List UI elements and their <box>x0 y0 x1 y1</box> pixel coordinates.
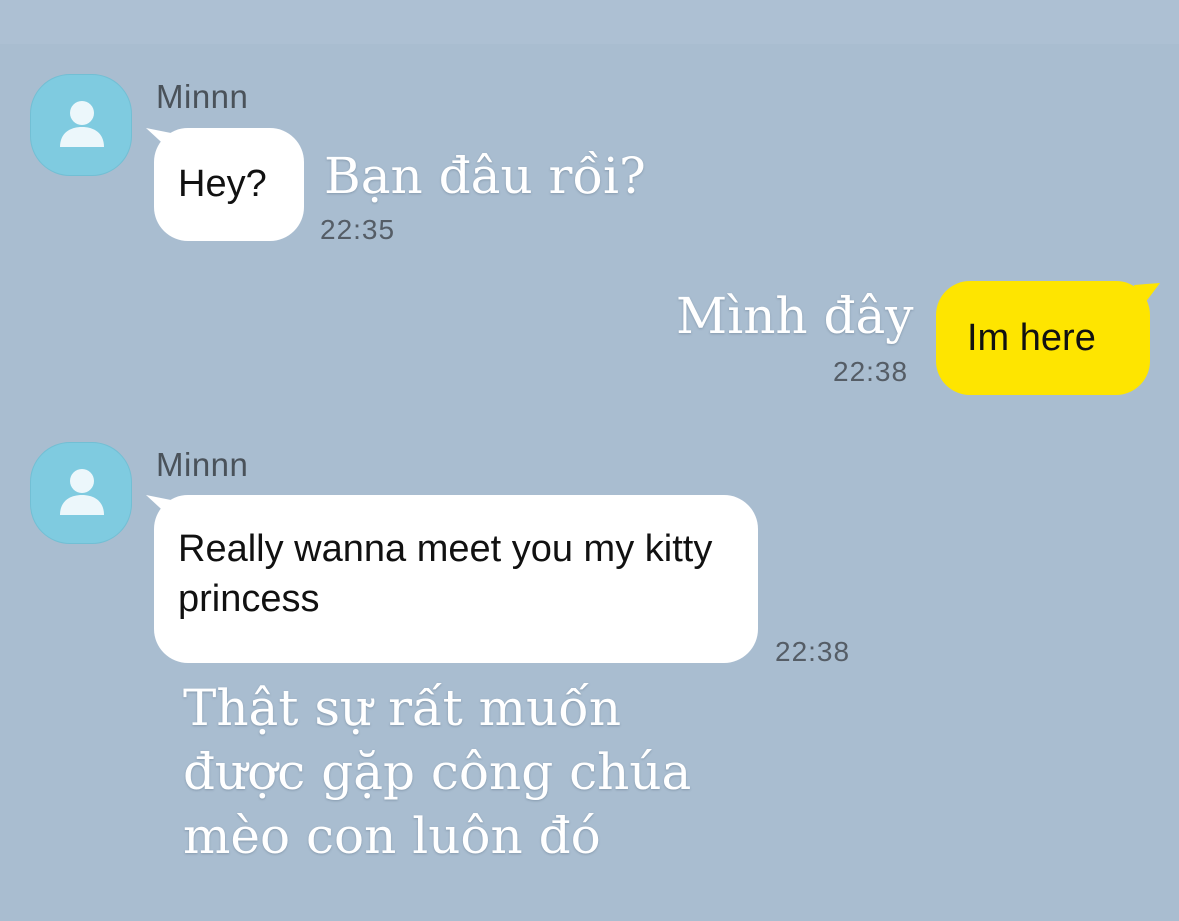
message-text: Really wanna meet you my kitty princess <box>178 528 713 620</box>
message-time: 22:35 <box>320 214 396 245</box>
sender-avatar[interactable] <box>30 74 132 176</box>
message-text: Im here <box>967 317 1096 359</box>
translation-text: Mình đây <box>676 287 914 345</box>
message-text: Hey? <box>178 163 267 205</box>
chat-top-strip <box>0 0 1179 44</box>
message-bubble[interactable]: Really wanna meet you my kitty princess <box>154 495 758 663</box>
sender-name: Minnn <box>156 78 249 115</box>
sender-name: Minnn <box>156 446 249 483</box>
message-bubble[interactable]: Im here <box>936 281 1150 395</box>
message-time: 22:38 <box>775 636 851 667</box>
message-bubble[interactable]: Hey? <box>154 128 304 241</box>
sender-avatar[interactable] <box>30 442 132 544</box>
user-silhouette-icon <box>60 101 104 147</box>
user-silhouette-icon <box>60 469 104 515</box>
translation-text: Bạn đâu rồi? <box>324 147 646 205</box>
translation-text: Thật sự rất muốn được gặp công chúa mèo … <box>183 679 692 865</box>
message-time: 22:38 <box>833 356 909 387</box>
